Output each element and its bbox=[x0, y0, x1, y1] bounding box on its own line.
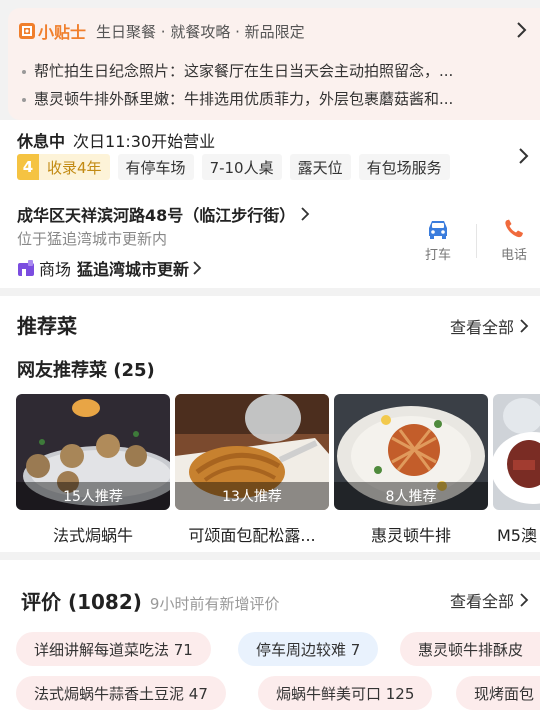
see-all-reviews-button[interactable]: 查看全部 bbox=[450, 588, 530, 612]
tips-tags: 生日聚餐 · 就餐攻略 · 新品限定 bbox=[96, 22, 305, 41]
address-link[interactable]: 成华区天祥滨河路48号（临江步行街） bbox=[17, 202, 311, 226]
chevron-right-icon bbox=[193, 261, 202, 275]
review-tag[interactable]: 焗蜗牛鲜美可口 125 bbox=[258, 676, 433, 710]
mall-label: 商场 bbox=[39, 260, 72, 279]
recommend-count: 15人推荐 bbox=[16, 482, 170, 510]
dish-photo: 8人推荐 bbox=[334, 394, 488, 510]
see-all-dishes-button[interactable]: 查看全部 bbox=[450, 314, 530, 338]
dish-image bbox=[493, 394, 540, 510]
phone-icon bbox=[505, 219, 523, 238]
review-tag[interactable]: 惠灵顿牛排酥皮 bbox=[400, 632, 540, 666]
reviews-header: 评价 (1082) 9小时前有新增评价 bbox=[21, 586, 279, 615]
dish-photo bbox=[493, 394, 540, 510]
tips-logo: 小贴士 bbox=[18, 19, 86, 43]
feature-chips: 4 收录4年 有停车场 7-10人桌 露天位 有包场服务 bbox=[17, 154, 458, 180]
tip-item: 帮忙拍生日纪念照片：这家餐厅在生日当天会主动拍照留念，... bbox=[22, 60, 522, 81]
bullet-dot bbox=[22, 69, 26, 74]
divider bbox=[476, 224, 477, 258]
shop-info-section: 休息中 次日11:30开始营业 4 收录4年 有停车场 7-10人桌 露天位 有包… bbox=[0, 120, 540, 288]
reviews-subtitle: 9小时前有新增评价 bbox=[149, 595, 280, 613]
chevron-right-icon bbox=[520, 319, 529, 333]
open-time: 次日11:30开始营业 bbox=[73, 132, 216, 151]
dish-photo: 15人推荐 bbox=[16, 394, 170, 510]
dish-name: 惠灵顿牛排 bbox=[370, 526, 451, 545]
see-all-label: 查看全部 bbox=[449, 318, 514, 337]
years-badge-text: 收录4年 bbox=[39, 154, 110, 180]
address-text: 成华区天祥滨河路48号（临江步行街） bbox=[17, 206, 296, 225]
tips-logo-icon bbox=[19, 23, 35, 39]
see-all-label: 查看全部 bbox=[449, 592, 514, 611]
years-badge: 4 收录4年 bbox=[17, 154, 110, 180]
tips-logo-text: 小贴士 bbox=[38, 23, 87, 42]
recommend-count: 8人推荐 bbox=[334, 482, 488, 510]
recommend-count: 13人推荐 bbox=[175, 482, 329, 510]
review-tag[interactable]: 现烤面包 bbox=[456, 676, 540, 710]
tip-text: 惠灵顿牛排外酥里嫩：牛排选用优质菲力，外层包裹蘑菇酱和... bbox=[34, 90, 454, 108]
dish-card[interactable]: 13人推荐 可颂面包配松露... bbox=[175, 394, 329, 546]
dish-card[interactable]: 8人推荐 惠灵顿牛排 bbox=[334, 394, 488, 546]
phone-label: 电话 bbox=[500, 248, 527, 263]
mall-icon bbox=[18, 260, 34, 276]
tip-text: 帮忙拍生日纪念照片：这家餐厅在生日当天会主动拍照留念，... bbox=[34, 62, 454, 80]
chevron-right-icon[interactable] bbox=[518, 146, 530, 166]
address-sub: 位于猛追湾城市更新内 bbox=[17, 230, 168, 248]
years-badge-num: 4 bbox=[17, 154, 39, 180]
bullet-dot bbox=[22, 97, 26, 102]
dish-name: 可颂面包配松露... bbox=[188, 526, 316, 545]
section-title: 推荐菜 bbox=[17, 314, 77, 338]
feature-chip: 有停车场 bbox=[117, 154, 194, 180]
recommended-dishes-section: 推荐菜 查看全部 网友推荐菜 (25) 15人推荐 法式焗蜗牛 13人推荐 可颂… bbox=[0, 296, 540, 552]
chevron-right-icon bbox=[520, 593, 529, 607]
dish-card[interactable]: M5澳 bbox=[493, 394, 540, 546]
taxi-button[interactable]: 打车 bbox=[413, 218, 463, 263]
phone-button[interactable]: 电话 bbox=[489, 218, 539, 263]
dish-photo: 13人推荐 bbox=[175, 394, 329, 510]
dish-card[interactable]: 15人推荐 法式焗蜗牛 bbox=[16, 394, 170, 546]
tips-header: 小贴士 生日聚餐 · 就餐攻略 · 新品限定 bbox=[18, 20, 305, 42]
dishes-subtitle: 网友推荐菜 (25) bbox=[17, 360, 155, 381]
chevron-right-icon[interactable] bbox=[516, 20, 528, 40]
review-tag[interactable]: 法式焗蜗牛蒜香土豆泥 47 bbox=[16, 676, 226, 710]
feature-chip: 露天位 bbox=[289, 154, 351, 180]
taxi-label: 打车 bbox=[424, 248, 451, 263]
review-tag[interactable]: 停车周边较难 7 bbox=[238, 632, 379, 666]
tips-card[interactable]: 小贴士 生日聚餐 · 就餐攻略 · 新品限定 帮忙拍生日纪念照片：这家餐厅在生日… bbox=[8, 8, 540, 120]
status-label: 休息中 bbox=[17, 132, 66, 151]
mall-name: 猛追湾城市更新 bbox=[77, 260, 190, 279]
mall-link[interactable]: 商场 猛追湾城市更新 bbox=[17, 256, 203, 280]
dish-name: M5澳 bbox=[497, 526, 537, 545]
business-status: 休息中 次日11:30开始营业 bbox=[17, 128, 215, 152]
chevron-right-icon bbox=[301, 207, 310, 221]
car-icon bbox=[429, 221, 447, 239]
dish-name: 法式焗蜗牛 bbox=[52, 526, 133, 545]
review-tag[interactable]: 详细讲解每道菜吃法 71 bbox=[16, 632, 211, 666]
reviews-title: 评价 (1082) bbox=[21, 590, 142, 614]
feature-chip: 7-10人桌 bbox=[201, 154, 282, 180]
tip-item: 惠灵顿牛排外酥里嫩：牛排选用优质菲力，外层包裹蘑菇酱和... bbox=[22, 88, 522, 109]
reviews-section: 评价 (1082) 9小时前有新增评价 查看全部 详细讲解每道菜吃法 71 停车… bbox=[0, 560, 540, 720]
feature-chip: 有包场服务 bbox=[358, 154, 450, 180]
